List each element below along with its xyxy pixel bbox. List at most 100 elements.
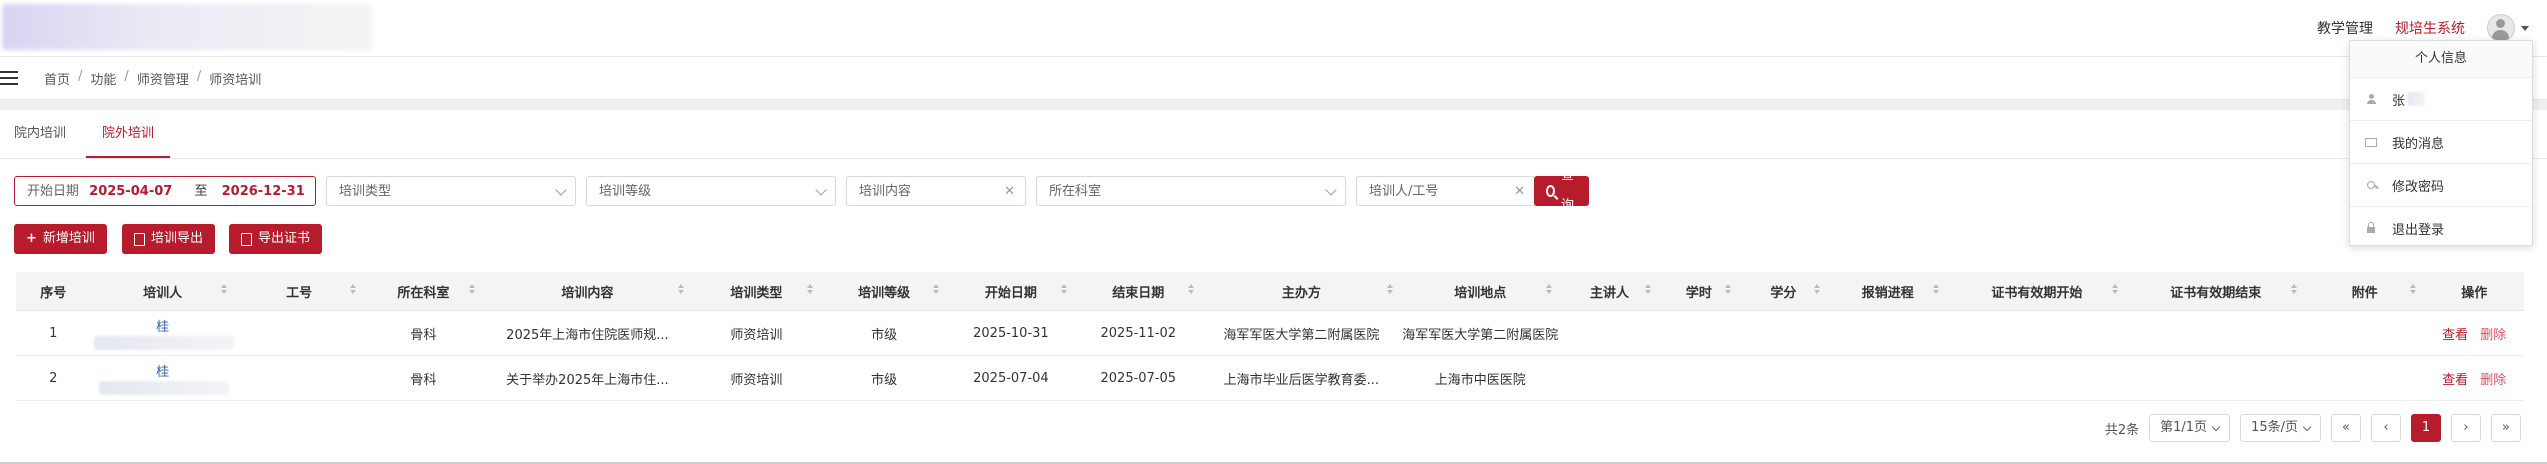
avatar	[2487, 14, 2515, 42]
cell-empty	[1559, 310, 1660, 356]
add-training-button[interactable]: + 新增培训	[14, 224, 107, 254]
column-header[interactable]: 培训类型	[691, 272, 821, 311]
cell-dept: 骨科	[363, 355, 484, 401]
sort-icon[interactable]	[1724, 284, 1731, 294]
column-header[interactable]: 学时	[1659, 272, 1739, 311]
training-content-input[interactable]: 培训内容 ✕	[846, 176, 1026, 206]
prev-page-button[interactable]: ‹	[2371, 414, 2401, 442]
sort-icon[interactable]	[1187, 284, 1194, 294]
sort-icon[interactable]	[2112, 284, 2119, 294]
cell-content: 关于举办2025年上海市住...	[483, 355, 692, 401]
cell-level: 市级	[821, 310, 948, 356]
sort-icon[interactable]	[933, 284, 940, 294]
clear-icon[interactable]: ✕	[1004, 177, 1015, 207]
document-icon	[241, 232, 252, 246]
training-type-select[interactable]: 培训类型	[326, 176, 576, 206]
lock-icon	[2367, 222, 2375, 233]
sort-icon[interactable]	[1814, 284, 1821, 294]
page-size-select[interactable]: 15条/页	[2240, 414, 2321, 442]
date-end-value: 2026-12-31	[221, 184, 305, 199]
page-select[interactable]: 第1/1页	[2149, 414, 2231, 442]
date-range-field[interactable]: 开始日期 2025-04-07 至 2026-12-31	[14, 176, 316, 206]
trainee-input[interactable]: 培训人/工号 ✕	[1356, 176, 1536, 206]
user-menu-toggle[interactable]	[2487, 14, 2529, 42]
breadcrumb-home[interactable]: 首页	[44, 69, 70, 88]
user-icon	[2367, 94, 2376, 104]
trainee-link[interactable]: 桂	[156, 365, 169, 380]
sort-icon[interactable]	[1060, 284, 1067, 294]
trainee-link[interactable]: 桂	[156, 320, 169, 335]
menu-item-logout[interactable]: 退出登录	[2350, 207, 2532, 249]
tab-internal-training[interactable]: 院内培训	[14, 110, 66, 158]
breadcrumb-bar: 首页 / 功能 / 师资管理 / 师资培训	[0, 57, 2547, 100]
delete-link[interactable]: 删除	[2480, 373, 2506, 388]
column-header[interactable]: 附件	[2305, 272, 2425, 311]
cell-location: 上海市中医医院	[1400, 355, 1560, 401]
menu-item-messages[interactable]: 我的消息	[2350, 121, 2532, 164]
sort-icon[interactable]	[220, 284, 227, 294]
column-header[interactable]: 序号	[16, 272, 91, 311]
export-certificate-button[interactable]: 导出证书	[229, 224, 323, 254]
column-header[interactable]: 报销进程	[1828, 272, 1948, 311]
table-row[interactable]: 1 桂 骨科 2025年上海市住院医师规... 师资培训 市级 2025-10-31 2025…	[16, 310, 2524, 356]
table-row[interactable]: 2 桂 骨科 关于举办2025年上海市住... 师资培训 市级 2025-07-04 2025…	[16, 355, 2524, 401]
sort-icon[interactable]	[1386, 284, 1393, 294]
column-header[interactable]: 结束日期	[1074, 272, 1202, 311]
current-page-button[interactable]: 1	[2411, 414, 2441, 442]
breadcrumb-function[interactable]: 功能	[90, 69, 116, 88]
first-page-button[interactable]: «	[2331, 414, 2361, 442]
nav-teaching-management[interactable]: 教学管理	[2317, 18, 2373, 38]
next-page-button[interactable]: ›	[2451, 414, 2481, 442]
cell-level: 市级	[821, 355, 948, 401]
department-select[interactable]: 所在科室	[1036, 176, 1346, 206]
column-header[interactable]: 学分	[1738, 272, 1829, 311]
column-header[interactable]: 证书有效期结束	[2126, 272, 2306, 311]
clear-icon[interactable]: ✕	[1514, 177, 1525, 207]
column-header[interactable]: 主讲人	[1559, 272, 1660, 311]
cell-trainee: 桂	[90, 355, 235, 401]
menu-icon[interactable]	[0, 71, 18, 85]
column-header[interactable]: 所在科室	[363, 272, 484, 311]
column-header[interactable]: 培训人	[90, 272, 235, 311]
sort-icon[interactable]	[807, 284, 813, 294]
cell-content: 2025年上海市住院医师规...	[483, 310, 692, 356]
menu-item-username[interactable]: 张	[2350, 78, 2532, 121]
cell-index: 1	[16, 310, 91, 356]
last-page-button[interactable]: »	[2491, 414, 2521, 442]
tab-external-training[interactable]: 院外培训	[86, 110, 171, 158]
cell-actions: 查看 删除	[2424, 310, 2524, 356]
column-header[interactable]: 证书有效期开始	[1947, 272, 2127, 311]
view-link[interactable]: 查看	[2442, 328, 2468, 343]
view-link[interactable]: 查看	[2442, 373, 2468, 388]
chevron-down-icon	[815, 184, 827, 196]
breadcrumb: 首页 / 功能 / 师资管理 / 师资培训	[44, 68, 262, 88]
cell-host: 海军军医大学第二附属医院	[1201, 310, 1401, 356]
search-button[interactable]: 查询	[1534, 168, 1590, 213]
sort-icon[interactable]	[1645, 284, 1652, 294]
breadcrumb-faculty[interactable]: 师资管理	[137, 69, 189, 88]
cell-empty	[2305, 355, 2425, 401]
column-header[interactable]: 培训地点	[1400, 272, 1560, 311]
column-header[interactable]: 培训等级	[821, 272, 948, 311]
column-header[interactable]: 主办方	[1201, 272, 1401, 311]
sort-icon[interactable]	[469, 284, 476, 294]
column-header[interactable]: 操作	[2424, 272, 2524, 311]
column-header[interactable]: 培训内容	[483, 272, 692, 311]
main-panel: 院内培训 院外培训 开始日期 2025-04-07 至 2026-12-31 培…	[0, 110, 2547, 462]
column-header[interactable]: 工号	[234, 272, 364, 311]
menu-item-change-password[interactable]: 修改密码	[2350, 164, 2532, 207]
sort-icon[interactable]	[349, 284, 356, 294]
export-training-button[interactable]: 培训导出	[122, 224, 216, 254]
column-header[interactable]: 开始日期	[947, 272, 1075, 311]
cell-empty	[2126, 310, 2306, 356]
sort-icon[interactable]	[2291, 284, 2298, 294]
training-level-select[interactable]: 培训等级	[586, 176, 836, 206]
cell-type: 师资培训	[691, 310, 821, 356]
sort-icon[interactable]	[1933, 284, 1940, 294]
sort-icon[interactable]	[1545, 284, 1552, 294]
sort-icon[interactable]	[677, 284, 684, 294]
cell-start: 2025-10-31	[947, 310, 1075, 356]
delete-link[interactable]: 删除	[2480, 328, 2506, 343]
sort-icon[interactable]	[2410, 284, 2417, 294]
nav-resident-system[interactable]: 规培生系统	[2395, 18, 2465, 38]
